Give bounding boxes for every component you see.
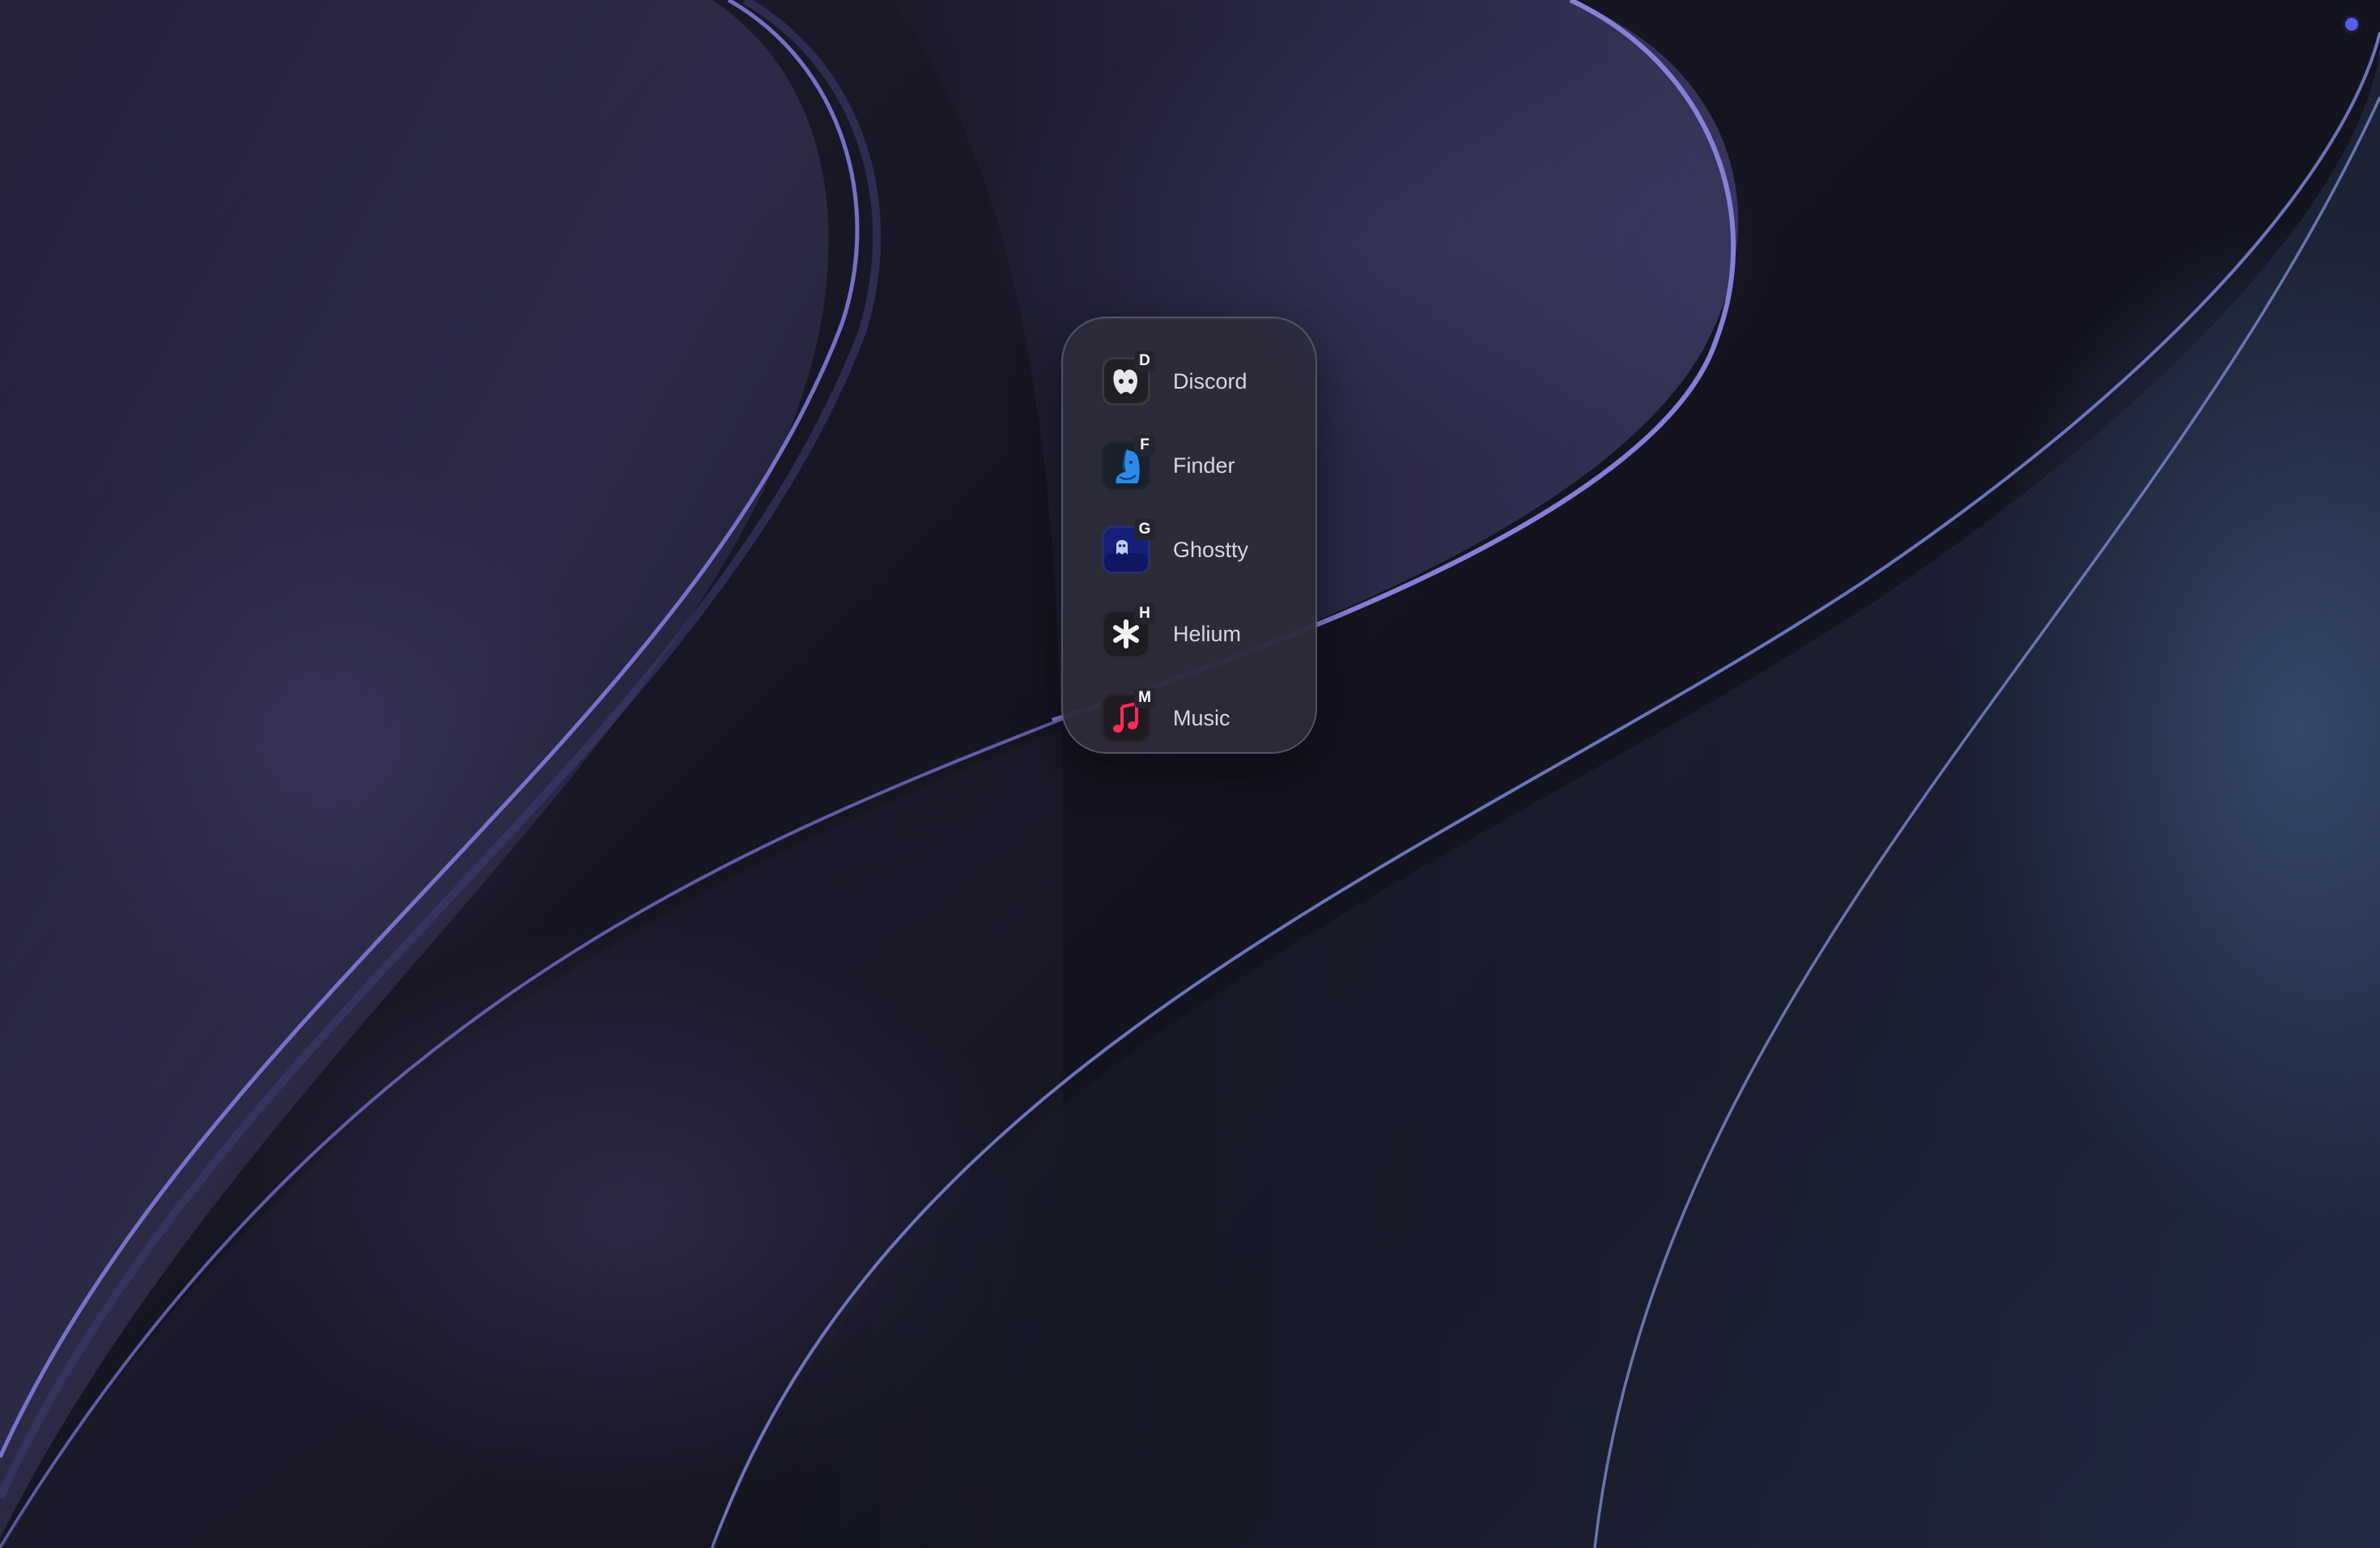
wallpaper — [0, 0, 2380, 1548]
discord-icon: D — [1102, 351, 1155, 406]
hotkey-badge: G — [1134, 519, 1155, 540]
helium-icon: H — [1102, 603, 1155, 658]
app-name-label: Music — [1173, 705, 1230, 730]
app-item-helium[interactable]: H Helium — [1063, 592, 1315, 676]
desktop: D Discord F Finder G Ghostty H Helium M … — [0, 0, 2380, 1548]
hotkey-badge: M — [1134, 687, 1155, 708]
status-indicator-dot — [2345, 18, 2358, 31]
app-name-label: Ghostty — [1173, 537, 1249, 562]
app-name-label: Helium — [1173, 621, 1242, 646]
finder-icon: F — [1102, 435, 1155, 490]
app-item-ghostty[interactable]: G Ghostty — [1063, 508, 1315, 592]
app-switcher-panel: D Discord F Finder G Ghostty H Helium M … — [1061, 317, 1317, 754]
hotkey-badge: D — [1134, 351, 1155, 372]
hotkey-badge: H — [1134, 603, 1155, 624]
app-item-finder[interactable]: F Finder — [1063, 423, 1315, 508]
app-name-label: Finder — [1173, 453, 1235, 478]
hotkey-badge: F — [1134, 435, 1155, 456]
app-name-label: Discord — [1173, 368, 1247, 393]
app-item-music[interactable]: M Music — [1063, 676, 1315, 760]
music-icon: M — [1102, 687, 1155, 742]
app-item-discord[interactable]: D Discord — [1063, 339, 1315, 423]
ghostty-icon: G — [1102, 519, 1155, 574]
